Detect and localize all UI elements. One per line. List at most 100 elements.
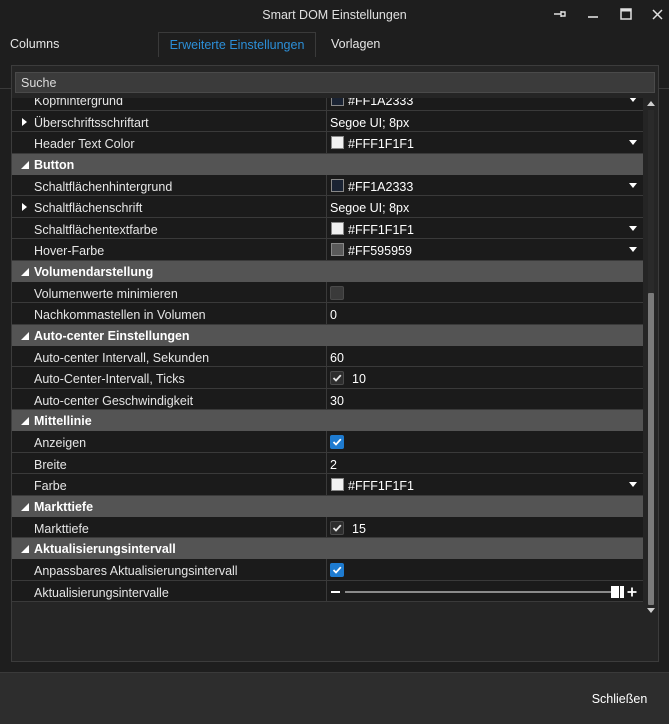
- color-value[interactable]: #FFF1F1F1: [348, 137, 414, 151]
- pin-icon[interactable]: [548, 4, 572, 24]
- property-panel: Kopfhintergrund #FF1A2333 Überschriftsschr…: [11, 65, 659, 662]
- close-button[interactable]: Schließen: [581, 686, 658, 712]
- slider-thumb-grip: [620, 585, 624, 598]
- chevron-down-icon[interactable]: [629, 225, 637, 232]
- property-row[interactable]: Auto-Center-Intervall, Ticks 10: [12, 367, 643, 389]
- column-divider: [326, 98, 327, 110]
- color-swatch[interactable]: [331, 98, 344, 106]
- property-checkbox[interactable]: [330, 563, 344, 577]
- category-label: Mittellinie: [34, 414, 92, 428]
- property-row[interactable]: Schaltflächenhintergrund #FF1A2333: [12, 174, 643, 196]
- property-name: Markttiefe: [34, 521, 89, 536]
- collapse-triangle-icon[interactable]: [20, 416, 30, 426]
- property-row[interactable]: Schaltflächenschrift Segoe UI; 8px: [12, 196, 643, 218]
- column-divider: [326, 132, 327, 153]
- property-row[interactable]: Schaltflächentextfarbe #FFF1F1F1: [12, 217, 643, 239]
- category-row[interactable]: Mittellinie: [12, 410, 643, 431]
- color-value[interactable]: #FFF1F1F1: [348, 479, 414, 493]
- property-value[interactable]: 2: [330, 458, 337, 472]
- search-input[interactable]: [15, 72, 655, 93]
- property-row[interactable]: Anpassbares Aktualisierungsintervall: [12, 559, 643, 581]
- color-swatch[interactable]: [331, 478, 344, 491]
- color-value[interactable]: #FF1A2333: [348, 180, 413, 194]
- property-row[interactable]: Header Text Color #FFF1F1F1: [12, 132, 643, 154]
- color-swatch[interactable]: [331, 136, 344, 149]
- plus-icon[interactable]: [627, 587, 637, 597]
- property-name: Anpassbares Aktualisierungsintervall: [34, 564, 238, 578]
- collapse-triangle-icon[interactable]: [20, 160, 30, 170]
- property-value[interactable]: 15: [352, 522, 366, 536]
- color-value[interactable]: #FF595959: [348, 244, 412, 258]
- category-row[interactable]: Auto-center Einstellungen: [12, 324, 643, 346]
- category-label: Markttiefe: [34, 499, 94, 514]
- scroll-down-icon[interactable]: [647, 608, 655, 614]
- property-checkbox[interactable]: [330, 435, 344, 449]
- slider-track[interactable]: [345, 590, 613, 593]
- category-row[interactable]: Markttiefe: [12, 495, 643, 517]
- property-name: Auto-Center-Intervall, Ticks: [34, 372, 185, 386]
- tab-advanced-settings[interactable]: Erweiterte Einstellungen: [158, 32, 316, 57]
- property-row[interactable]: Überschriftsschriftart Segoe UI; 8px: [12, 110, 643, 132]
- close-icon[interactable]: [645, 4, 669, 24]
- color-swatch[interactable]: [331, 243, 344, 256]
- category-row[interactable]: Button: [12, 153, 643, 175]
- property-name: Schaltflächenhintergrund: [34, 179, 173, 194]
- minimize-icon[interactable]: [581, 4, 605, 24]
- property-value[interactable]: Segoe UI; 8px: [330, 201, 409, 215]
- property-row[interactable]: Farbe #FFF1F1F1: [12, 474, 643, 496]
- category-row[interactable]: Volumendarstellung: [12, 260, 643, 282]
- property-checkbox[interactable]: [330, 285, 344, 300]
- collapse-triangle-icon[interactable]: [20, 502, 30, 512]
- property-row[interactable]: Nachkommastellen in Volumen 0: [12, 303, 643, 325]
- property-row[interactable]: Kopfhintergrund #FF1A2333: [12, 98, 643, 111]
- property-row[interactable]: Auto-center Geschwindigkeit 30: [12, 388, 643, 410]
- collapse-triangle-icon[interactable]: [20, 267, 30, 277]
- tab-columns[interactable]: Columns: [10, 32, 59, 57]
- color-swatch[interactable]: [331, 221, 344, 235]
- property-row[interactable]: Hover-Farbe #FF595959: [12, 239, 643, 261]
- property-row[interactable]: Volumenwerte minimieren: [12, 281, 643, 303]
- checkmark-icon: [332, 566, 342, 574]
- property-name: Hover-Farbe: [34, 244, 105, 258]
- column-divider: [326, 452, 327, 473]
- slider-thumb[interactable]: [611, 585, 619, 598]
- chevron-down-icon[interactable]: [629, 140, 637, 146]
- property-name: Nachkommastellen in Volumen: [34, 308, 206, 322]
- property-row[interactable]: Breite 2: [12, 452, 643, 474]
- color-swatch[interactable]: [331, 178, 344, 192]
- collapse-triangle-icon[interactable]: [20, 544, 30, 554]
- color-value[interactable]: #FFF1F1F1: [348, 223, 414, 237]
- property-name: Schaltflächentextfarbe: [34, 222, 158, 237]
- expand-triangle-icon[interactable]: [21, 203, 29, 211]
- chevron-down-icon[interactable]: [629, 182, 637, 189]
- maximize-icon[interactable]: [614, 4, 638, 24]
- scrollbar-thumb[interactable]: [648, 293, 654, 605]
- expand-triangle-icon[interactable]: [21, 117, 29, 126]
- category-label: Volumendarstellung: [34, 264, 154, 279]
- color-value[interactable]: #FF1A2333: [348, 98, 413, 108]
- column-divider: [326, 559, 327, 580]
- chevron-down-icon[interactable]: [629, 247, 637, 253]
- tab-bar: Columns Erweiterte Einstellungen Vorlage…: [0, 32, 669, 89]
- property-row[interactable]: Auto-center Intervall, Sekunden 60: [12, 345, 643, 367]
- scroll-up-icon[interactable]: [647, 100, 655, 106]
- property-name: Kopfhintergrund: [34, 98, 123, 108]
- vertical-scrollbar[interactable]: [645, 98, 657, 617]
- chevron-down-icon[interactable]: [629, 98, 637, 103]
- property-row[interactable]: Aktualisierungsintervalle: [12, 580, 643, 602]
- tab-templates[interactable]: Vorlagen: [331, 32, 380, 57]
- property-row[interactable]: Anzeigen: [12, 431, 643, 453]
- property-value[interactable]: Segoe UI; 8px: [330, 116, 409, 130]
- property-value[interactable]: 0: [330, 308, 337, 322]
- property-checkbox[interactable]: [330, 371, 344, 385]
- collapse-triangle-icon[interactable]: [20, 331, 30, 341]
- slider-decrease-button[interactable]: [331, 590, 340, 593]
- category-row[interactable]: Aktualisierungsintervall: [12, 538, 643, 559]
- property-name: Überschriftsschriftart: [34, 115, 149, 130]
- chevron-down-icon[interactable]: [629, 482, 637, 488]
- property-value[interactable]: 60: [330, 351, 344, 365]
- property-value[interactable]: 10: [352, 372, 366, 386]
- property-value[interactable]: 30: [330, 394, 344, 408]
- property-row[interactable]: Markttiefe 15: [12, 516, 643, 538]
- property-checkbox[interactable]: [330, 520, 344, 535]
